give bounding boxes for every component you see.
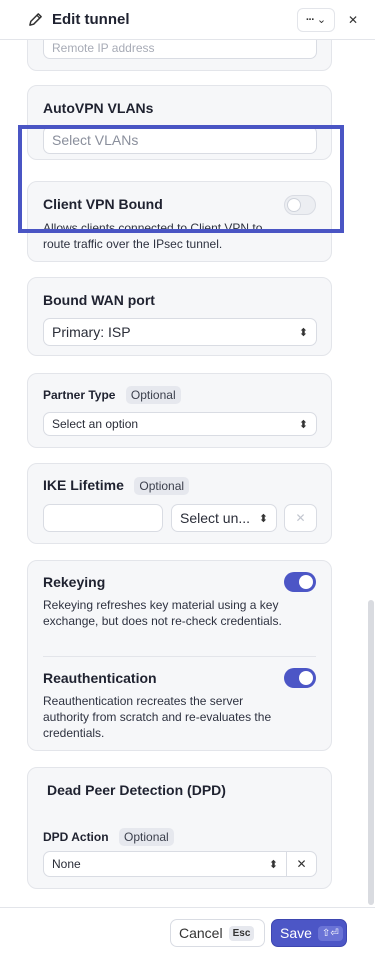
partner-type-label: Partner Type — [43, 388, 116, 403]
chevron-updown-icon: ⬍ — [258, 512, 268, 525]
close-icon: ✕ — [295, 511, 306, 525]
bound-wan-value: Primary: ISP — [52, 324, 131, 340]
pencil-icon — [28, 12, 44, 28]
save-button[interactable]: Save ⇧⏎ — [271, 919, 347, 947]
autovpn-label: AutoVPN VLANs — [43, 100, 154, 116]
remote-ip-input[interactable]: Remote IP address — [43, 40, 317, 59]
optional-badge: Optional — [125, 386, 181, 404]
ike-lifetime-label: IKE Lifetime — [43, 477, 124, 494]
rekeying-toggle[interactable] — [284, 572, 316, 592]
optional-badge: Optional — [134, 477, 190, 495]
bound-wan-select[interactable]: Primary: ISP ⬍ — [43, 318, 317, 346]
rekeying-card: Rekeying Rekeying refreshes key material… — [27, 560, 332, 751]
rekeying-label: Rekeying — [43, 574, 106, 590]
ike-lifetime-unit-select[interactable]: Select un... ⬍ — [171, 504, 277, 532]
close-icon: ✕ — [347, 12, 359, 27]
more-options-button[interactable]: ··· ⌄ — [297, 7, 335, 32]
chevron-down-icon: ⌄ — [316, 14, 327, 26]
dpd-card: Dead Peer Detection (DPD) DPD Action Opt… — [27, 767, 332, 889]
cancel-button[interactable]: Cancel Esc — [170, 919, 265, 947]
chevron-updown-icon: ⬍ — [298, 418, 308, 431]
reauth-description: Reauthentication recreates the server au… — [43, 694, 272, 740]
partner-type-select[interactable]: Select an option ⬍ — [43, 412, 317, 436]
dpd-action-value: None — [52, 857, 81, 871]
esc-shortcut: Esc — [228, 925, 255, 941]
partner-type-card: Partner Type Optional Select an option ⬍ — [27, 373, 332, 448]
ike-lifetime-input[interactable] — [43, 504, 163, 532]
scrollbar[interactable] — [368, 600, 374, 905]
bound-wan-label: Bound WAN port — [43, 292, 155, 308]
optional-badge: Optional — [119, 828, 174, 846]
bound-wan-card: Bound WAN port Primary: ISP ⬍ — [27, 277, 332, 356]
reauth-label: Reauthentication — [43, 670, 157, 686]
save-shortcut: ⇧⏎ — [317, 925, 343, 941]
chevron-updown-icon: ⬍ — [268, 858, 278, 871]
dialog-header: Edit tunnel ··· ⌄ ✕ — [0, 0, 375, 40]
dialog-title: Edit tunnel — [52, 11, 130, 28]
dialog-footer: Cancel Esc Save ⇧⏎ — [0, 907, 375, 953]
ike-lifetime-card: IKE Lifetime Optional Select un... ⬍ ✕ — [27, 463, 332, 544]
save-label: Save — [280, 925, 312, 941]
partner-type-value: Select an option — [52, 417, 139, 431]
remote-ip-placeholder: Remote IP address — [52, 40, 155, 55]
cancel-label: Cancel — [179, 925, 223, 941]
rekeying-description: Rekeying refreshes key material using a … — [43, 598, 282, 628]
ike-lifetime-unit-value: Select un... — [180, 510, 251, 526]
close-button[interactable]: ✕ — [343, 7, 363, 32]
divider — [43, 656, 316, 657]
chevron-updown-icon: ⬍ — [298, 326, 308, 339]
reauth-toggle[interactable] — [284, 668, 316, 688]
dpd-action-label: DPD Action — [43, 830, 109, 845]
close-icon: ✕ — [296, 857, 307, 871]
highlight-box — [18, 125, 344, 233]
dpd-clear-button[interactable]: ✕ — [286, 851, 317, 877]
remote-ip-card: Remote IP address — [27, 40, 332, 71]
dpd-action-select[interactable]: None ⬍ — [43, 851, 287, 877]
more-icon: ··· — [305, 13, 315, 26]
ike-lifetime-clear-button[interactable]: ✕ — [284, 504, 317, 532]
dpd-section-title: Dead Peer Detection (DPD) — [47, 782, 226, 798]
